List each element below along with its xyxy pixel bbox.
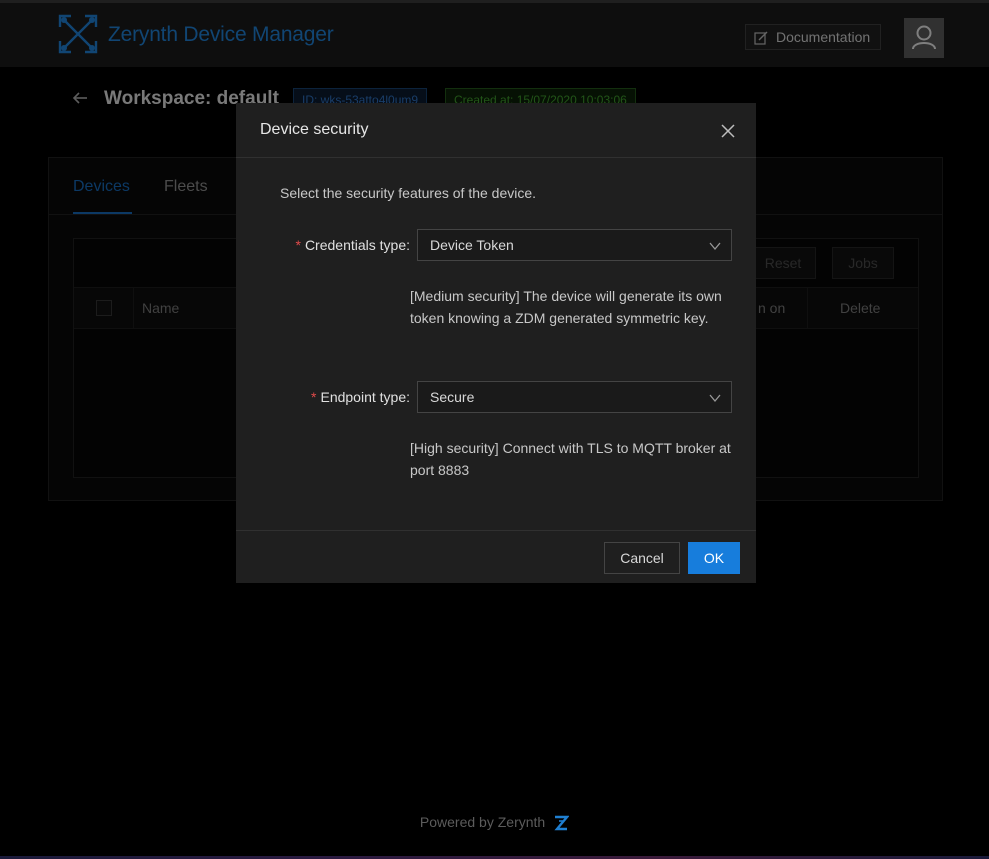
endpoint-type-select[interactable]: Secure xyxy=(417,381,732,413)
credentials-type-value: Device Token xyxy=(430,237,514,253)
required-mark: * xyxy=(311,389,317,405)
modal-footer: Cancel OK xyxy=(236,530,756,584)
credentials-help-text: [Medium security] The device will genera… xyxy=(410,288,722,326)
chevron-down-icon xyxy=(709,242,721,251)
endpoint-help-text: [High security] Connect with TLS to MQTT… xyxy=(410,440,731,478)
required-mark: * xyxy=(295,237,301,253)
page-footer: Powered by Zerynth xyxy=(0,814,989,831)
modal-intro-text: Select the security features of the devi… xyxy=(280,185,537,201)
cancel-button[interactable]: Cancel xyxy=(604,542,680,574)
chevron-down-icon xyxy=(709,394,721,403)
credentials-type-select[interactable]: Device Token xyxy=(417,229,732,261)
close-icon[interactable] xyxy=(720,123,736,139)
modal-title: Device security xyxy=(260,121,369,138)
powered-by-text: Powered by Zerynth xyxy=(419,814,546,830)
modal-header: Device security xyxy=(236,103,756,158)
ok-button[interactable]: OK xyxy=(688,542,740,574)
device-security-modal: Device security Select the security feat… xyxy=(236,103,756,583)
endpoint-type-label: * Endpoint type: xyxy=(311,389,410,405)
credentials-type-label: * Credentials type: xyxy=(295,237,410,253)
endpoint-type-value: Secure xyxy=(430,389,475,405)
zerynth-z-icon xyxy=(554,816,570,831)
